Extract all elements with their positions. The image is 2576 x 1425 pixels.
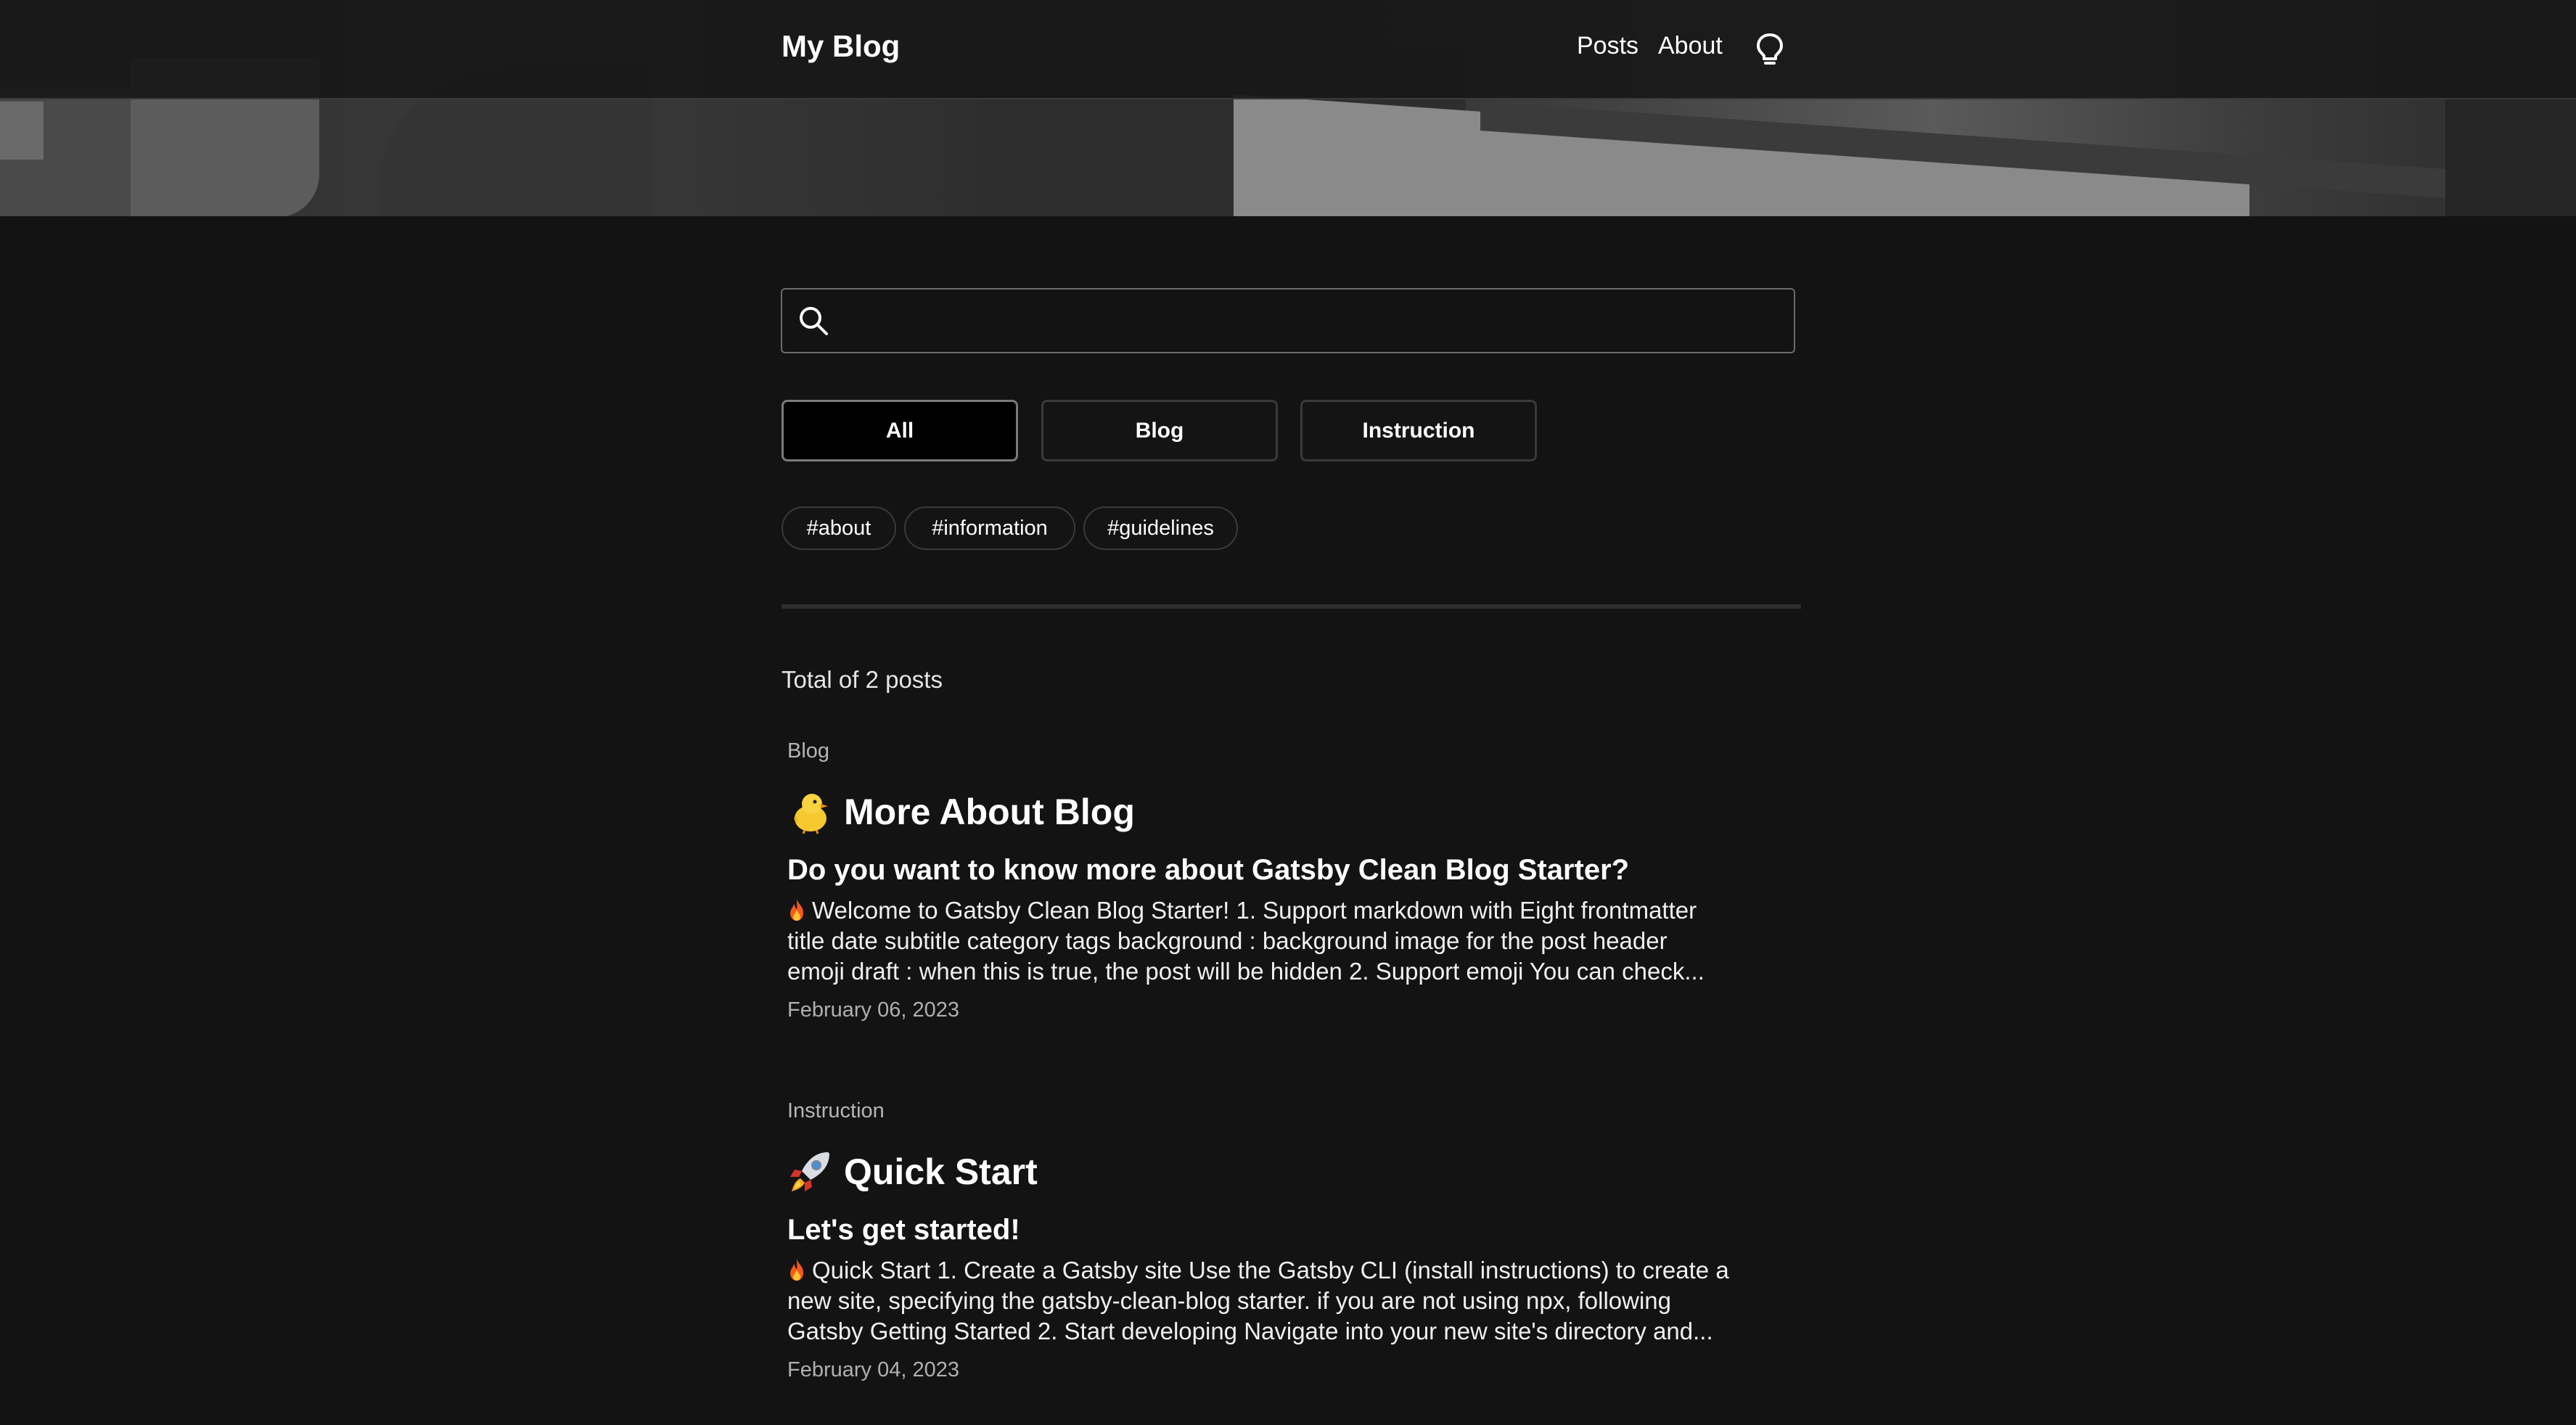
fire-icon [790,899,803,921]
post-category: Blog [787,739,830,763]
post-excerpt-text: Welcome to Gatsby Clean Blog Starter! 1.… [787,897,1705,985]
post-title[interactable]: More About Blog [787,789,1745,834]
theme-toggle-button[interactable] [1755,32,1785,67]
post-subtitle: Let's get started! [787,1214,1020,1246]
nav-link-about[interactable]: About [1658,32,1723,60]
lightbulb-icon [1757,33,1783,65]
site-title-link[interactable]: My Blog [782,29,900,64]
post-category: Instruction [787,1099,885,1122]
post-date: February 04, 2023 [787,1358,959,1381]
top-navigation-bar: My Blog Posts About [0,0,2576,99]
category-button-all[interactable]: All [782,400,1018,461]
post-count-text: Total of 2 posts [782,666,943,693]
post-card[interactable]: Instruction Quick Start Let's get starte… [787,1096,1745,1384]
post-excerpt-text: Quick Start 1. Create a Gatsby site Use … [787,1257,1729,1344]
fire-icon [790,1259,803,1281]
search-box [781,288,1795,353]
search-icon [800,307,828,335]
nav-link-posts[interactable]: Posts [1577,32,1638,60]
category-button-instruction[interactable]: Instruction [1300,400,1537,461]
post-title-text: Quick Start [844,1151,1038,1192]
post-date: February 06, 2023 [787,998,959,1022]
search-input[interactable] [840,297,1779,346]
hero-background-shape [0,102,44,160]
rocket-icon [787,1149,834,1194]
header-hero: My Blog Posts About [0,0,2576,216]
tag-information[interactable]: #information [904,506,1075,550]
post-title-text: More About Blog [844,792,1135,832]
post-excerpt: Welcome to Gatsby Clean Blog Starter! 1.… [787,895,1731,987]
post-card[interactable]: Blog More About Blog Do you want to know… [787,736,1745,1024]
tag-guidelines[interactable]: #guidelines [1083,506,1238,550]
category-button-blog[interactable]: Blog [1041,400,1278,461]
post-title[interactable]: Quick Start [787,1149,1745,1194]
post-excerpt: Quick Start 1. Create a Gatsby site Use … [787,1255,1731,1347]
tag-about[interactable]: #about [782,506,896,550]
section-divider [782,604,1801,609]
post-subtitle: Do you want to know more about Gatsby Cl… [787,854,1630,886]
chick-icon [787,789,834,834]
